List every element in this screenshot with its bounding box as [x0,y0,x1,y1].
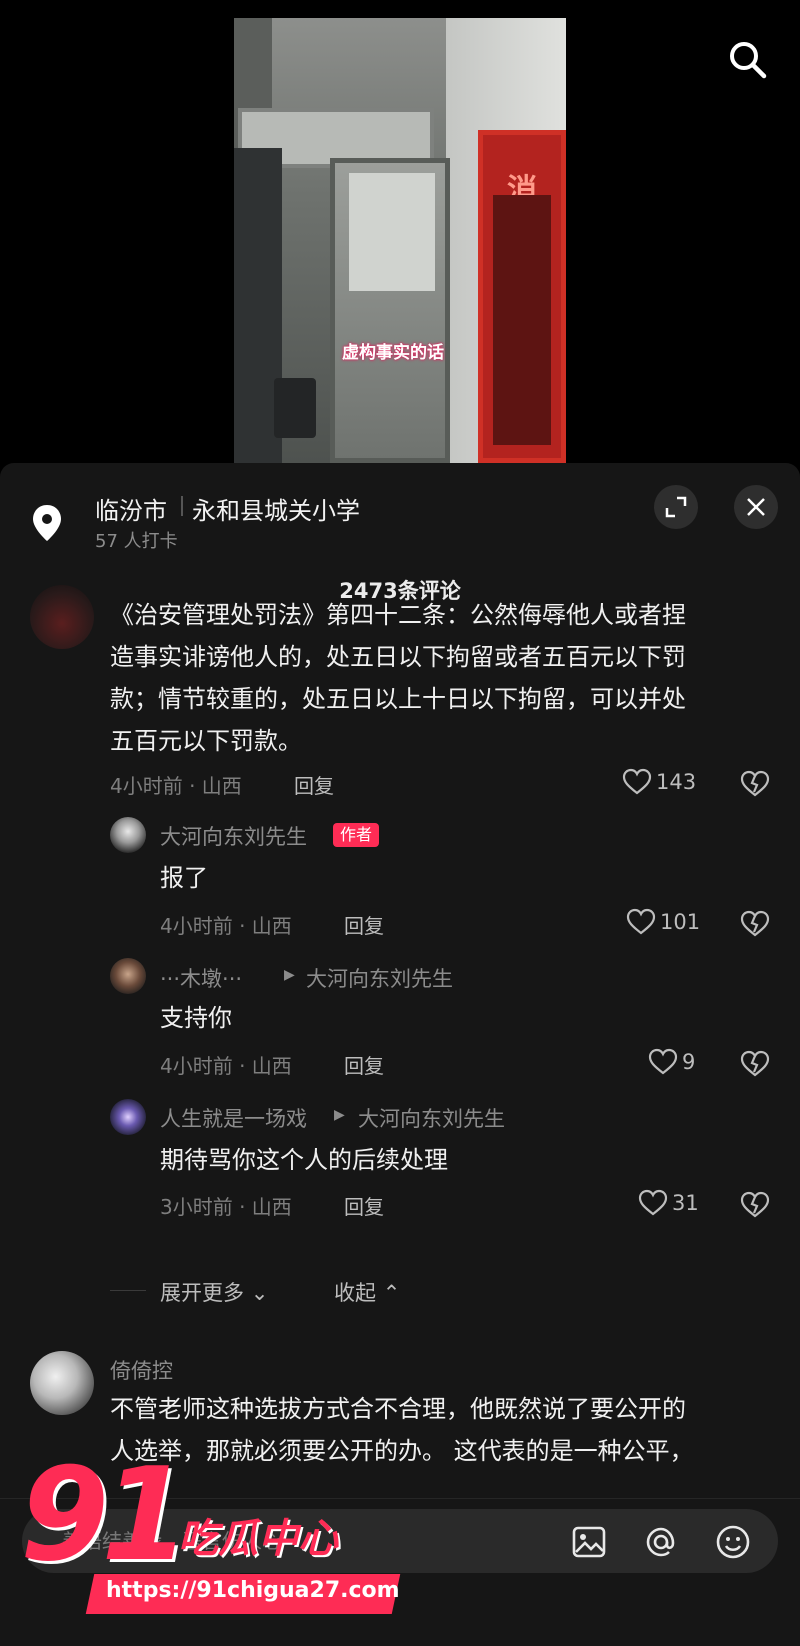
emoji-icon[interactable] [714,1523,752,1561]
comment-sheet: 临汾市 永和县城关小学 57 人打卡 2473条评论 《治安管理处罚法》第四十二… [0,463,800,1646]
comment-text-line: 款；情节较重的，处五日以上十日以下拘留，可以并处 [110,685,686,713]
avatar[interactable] [110,958,146,994]
comment-text: 支持你 [160,1004,232,1032]
video-fire-box: 消 [478,130,566,463]
like-count: 31 [672,1191,699,1215]
expand-more-button[interactable]: 展开更多 ⌄ [160,1277,268,1307]
comment-text-line: 不管老师这种选拔方式合不合理，他既然说了要公开的 [110,1395,686,1423]
broken-heart-icon[interactable] [740,1049,770,1079]
reply-button[interactable]: 回复 [344,1050,384,1079]
comment-text-line: 人选举，那就必须要公开的办。 这代表的是一种公平， [110,1437,694,1465]
like-count: 143 [656,770,697,794]
like-button[interactable]: 9 [648,1048,695,1076]
comment-username[interactable]: 倚倚控 [110,1355,173,1385]
search-icon [730,42,767,79]
location-divider [181,496,183,516]
heart-icon [648,1048,678,1075]
like-button[interactable]: 143 [622,768,696,796]
heart-icon [626,908,656,935]
location-checkins: 57 人打卡 [95,531,178,552]
comment-username[interactable]: 人生就是一场戏 [160,1103,307,1133]
video-player[interactable]: 消 虚构事实的话 [234,18,566,463]
video-bin [274,378,316,438]
location-city[interactable]: 临汾市 [95,491,167,526]
close-button[interactable] [734,485,778,529]
video-fire-box-inner [493,195,551,445]
collapse-label: 收起 [334,1281,376,1305]
close-icon [747,498,765,516]
chevron-up-icon: ⌃ [382,1281,401,1305]
expand-button[interactable] [654,485,698,529]
image-icon[interactable] [570,1523,608,1561]
like-count: 101 [660,910,701,934]
comment-text-line: 《治安管理处罚法》第四十二条：公然侮辱他人或者捏 [110,601,686,629]
reply-button[interactable]: 回复 [344,1191,384,1220]
broken-heart-icon[interactable] [740,769,770,799]
location-pin-icon [33,505,61,541]
heart-icon [638,1189,668,1216]
comment-meta: 4小时前 · 山西 [110,774,242,798]
broken-heart-icon[interactable] [740,1190,770,1220]
reply-to-username[interactable]: 大河向东刘先生 [358,1103,505,1133]
search-button[interactable] [726,38,770,82]
collapse-button[interactable]: 收起 ⌃ [334,1277,400,1307]
expand-more-label: 展开更多 [160,1281,244,1305]
comment-text-line: 造事实诽谤他人的，处五日以下拘留或者五百元以下罚 [110,643,686,671]
heart-icon [622,768,652,795]
comment-username[interactable]: 大河向东刘先生 [160,821,307,851]
comment-text: 期待骂你这个人的后续处理 [160,1146,448,1174]
comment-input-bar [0,1498,800,1646]
avatar[interactable] [30,585,94,649]
at-icon[interactable] [642,1523,680,1561]
avatar[interactable] [110,817,146,853]
reply-to-username[interactable]: 大河向东刘先生 [306,963,453,993]
broken-heart-icon[interactable] [740,909,770,939]
comment-meta: 4小时前 · 山西 [160,914,292,938]
reply-arrow-icon: ▶ [334,1107,345,1123]
location-place[interactable]: 永和县城关小学 [192,491,360,526]
reply-button[interactable]: 回复 [294,770,334,799]
comment-meta: 3小时前 · 山西 [160,1195,292,1219]
video-subtitle: 虚构事实的话 [342,343,444,363]
thread-divider [110,1290,146,1291]
like-button[interactable]: 101 [626,908,700,936]
avatar[interactable] [110,1099,146,1135]
avatar[interactable] [30,1351,94,1415]
author-badge: 作者 [333,823,380,847]
comment-text-line: 五百元以下罚款。 [110,727,302,755]
video-door-glass [349,173,435,291]
like-button[interactable]: 31 [638,1189,699,1217]
like-count: 9 [682,1050,696,1074]
comment-meta: 4小时前 · 山西 [160,1054,292,1078]
reply-button[interactable]: 回复 [344,910,384,939]
expand-icon [665,496,687,518]
comment-text: 报了 [160,864,208,892]
reply-arrow-icon: ▶ [284,967,295,983]
comment-username[interactable]: ···木墩··· [160,963,242,993]
chevron-down-icon: ⌄ [250,1281,269,1305]
video-door [330,158,450,463]
